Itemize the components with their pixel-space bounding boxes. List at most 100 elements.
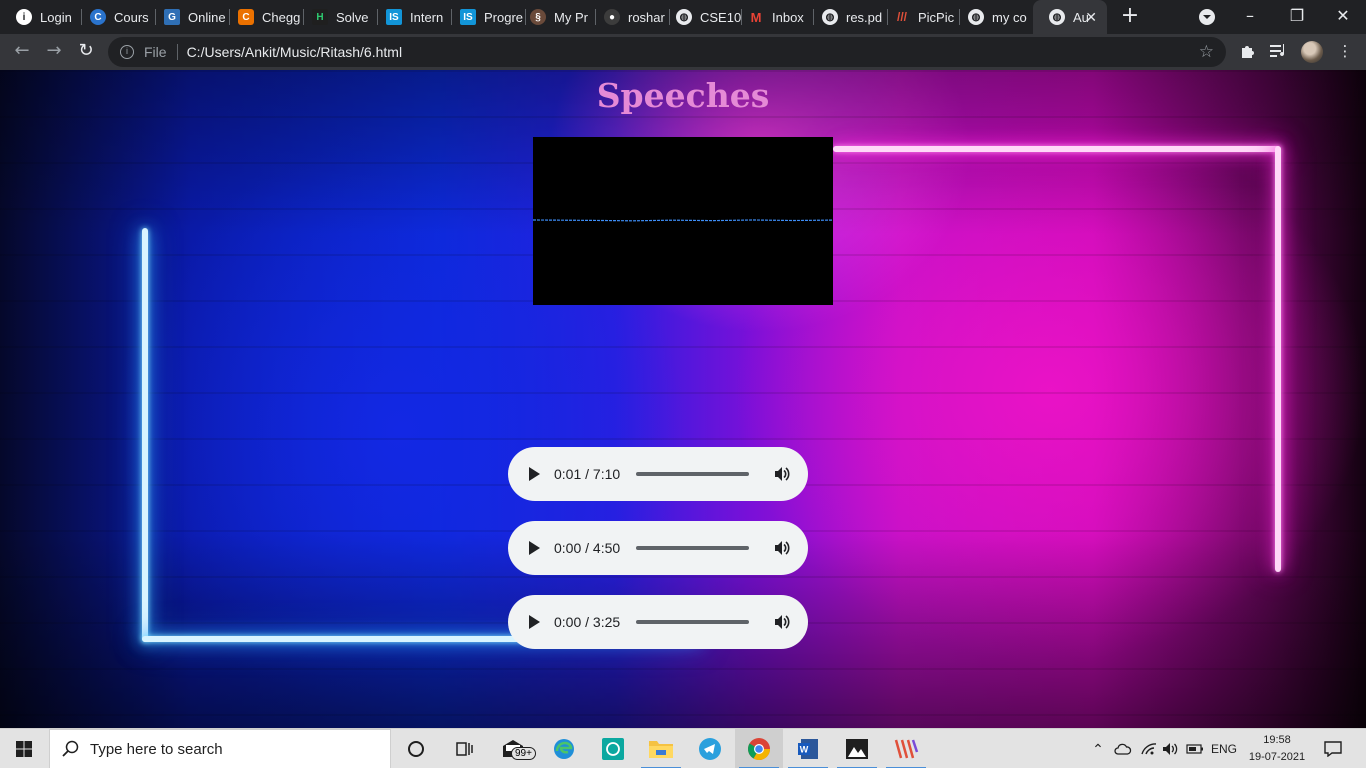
search-placeholder: Type here to search <box>90 740 223 758</box>
tab-picpick[interactable]: /// PicPic <box>878 0 960 34</box>
taskbar-picpick[interactable] <box>882 729 930 768</box>
restore-button[interactable]: ❐ <box>1285 5 1309 29</box>
word-icon: W <box>798 739 818 759</box>
tab-my-profile[interactable]: § My Pr <box>514 0 596 34</box>
audio-seek-slider[interactable] <box>636 546 749 550</box>
taskbar-word[interactable]: W <box>784 729 832 768</box>
taskbar-clock[interactable]: 19:58 19-07-2021 <box>1240 732 1314 766</box>
globe-icon: ◍ <box>968 9 984 25</box>
reload-button[interactable]: ↻ <box>74 40 98 64</box>
tab-title: My Pr <box>554 9 588 25</box>
cortana-circle-icon <box>408 741 424 757</box>
audio-player-1: 0:01 / 7:10 <box>508 447 808 501</box>
close-window-button[interactable]: ✕ <box>1331 5 1355 29</box>
tab-active-audio[interactable]: ◍ Au ✕ <box>1033 0 1107 34</box>
audio-visualizer-canvas <box>533 137 833 305</box>
coursera-icon: C <box>90 9 106 25</box>
tab-github[interactable]: ● roshar <box>588 0 670 34</box>
play-icon[interactable] <box>528 541 540 555</box>
tab-title: Online <box>188 9 226 25</box>
internshala-icon: IS <box>386 9 402 25</box>
tab-title: res.pd <box>846 9 883 25</box>
taskbar-whatsapp[interactable] <box>589 729 637 768</box>
tab-title: Inbox <box>772 9 804 25</box>
play-icon[interactable] <box>528 467 540 481</box>
tab-solve[interactable]: H Solve <box>296 0 378 34</box>
language-indicator[interactable]: ENG <box>1208 729 1240 768</box>
play-icon[interactable] <box>528 615 540 629</box>
volume-icon[interactable] <box>773 539 791 557</box>
audio-time: 0:01 / 7:10 <box>554 466 621 482</box>
tab-course[interactable]: C Cours <box>74 0 156 34</box>
address-bar[interactable]: i File C:/Users/Ankit/Music/Ritash/6.htm… <box>108 37 1226 67</box>
taskbar-telegram[interactable] <box>686 729 734 768</box>
page-title: Speeches <box>596 76 770 115</box>
start-button[interactable] <box>0 729 48 768</box>
tab-chegg[interactable]: C Chegg <box>222 0 304 34</box>
url-text[interactable]: C:/Users/Ankit/Music/Ritash/6.html <box>187 44 403 60</box>
telegram-icon <box>699 738 721 760</box>
solve-icon: H <box>312 9 328 25</box>
neon-frame-top <box>833 146 1280 152</box>
info-icon[interactable]: i <box>120 45 134 59</box>
file-scheme-label: File <box>144 44 167 60</box>
taskbar-chrome[interactable] <box>735 729 783 768</box>
cortana-button[interactable] <box>392 729 440 768</box>
globe-icon: ◍ <box>822 9 838 25</box>
profile-swirl-icon: § <box>530 9 546 25</box>
volume-tray-icon[interactable] <box>1160 729 1182 768</box>
tab-login[interactable]: i Login <box>0 0 82 34</box>
tab-intern[interactable]: IS Intern <box>370 0 452 34</box>
audio-player-2: 0:00 / 4:50 <box>508 521 808 575</box>
tab-title: my co <box>992 9 1027 25</box>
onedrive-cloud-icon[interactable] <box>1112 729 1134 768</box>
battery-icon[interactable] <box>1184 729 1206 768</box>
media-controls-icon[interactable] <box>1269 42 1289 62</box>
extensions-puzzle-icon[interactable] <box>1238 42 1258 62</box>
taskbar-mail[interactable]: 99+ <box>491 729 539 768</box>
tab-online[interactable]: G Online <box>148 0 230 34</box>
globe-icon: ◍ <box>676 9 692 25</box>
audio-seek-slider[interactable] <box>636 620 749 624</box>
notification-center-button[interactable] <box>1320 729 1346 768</box>
folder-icon <box>649 741 673 758</box>
windows-taskbar: Type here to search 99+ W ⌃ ENG 19:58 19… <box>0 728 1366 768</box>
taskbar-edge[interactable] <box>540 729 588 768</box>
clock-date: 19-07-2021 <box>1248 751 1306 763</box>
profile-avatar[interactable] <box>1301 41 1323 63</box>
more-menu-icon[interactable]: ⋮ <box>1335 42 1355 62</box>
tab-title: Chegg <box>262 9 301 25</box>
tab-inbox[interactable]: M Inbox <box>732 0 814 34</box>
audio-time: 0:00 / 4:50 <box>554 540 621 556</box>
wifi-icon[interactable] <box>1138 729 1160 768</box>
show-hidden-icons-chevron[interactable]: ⌃ <box>1088 729 1108 768</box>
tab-cse[interactable]: ◍ CSE10 <box>660 0 742 34</box>
picpick-icon <box>894 739 919 759</box>
task-view-button[interactable] <box>440 729 488 768</box>
info-circle-icon: i <box>16 9 32 25</box>
tab-search-button[interactable] <box>1195 5 1219 29</box>
bookmark-star-icon[interactable]: ☆ <box>1199 42 1214 62</box>
task-view-icon <box>456 742 473 756</box>
taskbar-file-explorer[interactable] <box>637 729 685 768</box>
minimize-button[interactable]: – <box>1238 5 1262 29</box>
github-icon: ● <box>604 9 620 25</box>
close-tab-icon[interactable]: ✕ <box>1085 9 1097 26</box>
notification-icon <box>1324 741 1342 757</box>
volume-icon[interactable] <box>773 613 791 631</box>
browser-toolbar: ← → ↻ i File C:/Users/Ankit/Music/Ritash… <box>0 34 1366 70</box>
audio-seek-slider[interactable] <box>636 472 749 476</box>
taskbar-search-box[interactable]: Type here to search <box>49 729 391 768</box>
tab-my-co[interactable]: ◍ my co <box>952 0 1034 34</box>
photos-icon <box>846 739 868 759</box>
back-button[interactable]: ← <box>10 40 34 64</box>
neon-frame-right <box>1275 146 1281 572</box>
forward-button[interactable]: → <box>42 40 66 64</box>
volume-icon[interactable] <box>773 465 791 483</box>
edge-icon <box>554 739 574 759</box>
search-icon <box>62 740 79 757</box>
new-tab-button[interactable]: + <box>1118 5 1142 29</box>
tab-res-pdf[interactable]: ◍ res.pd <box>806 0 888 34</box>
taskbar-photos[interactable] <box>833 729 881 768</box>
audio-time: 0:00 / 3:25 <box>554 614 621 630</box>
